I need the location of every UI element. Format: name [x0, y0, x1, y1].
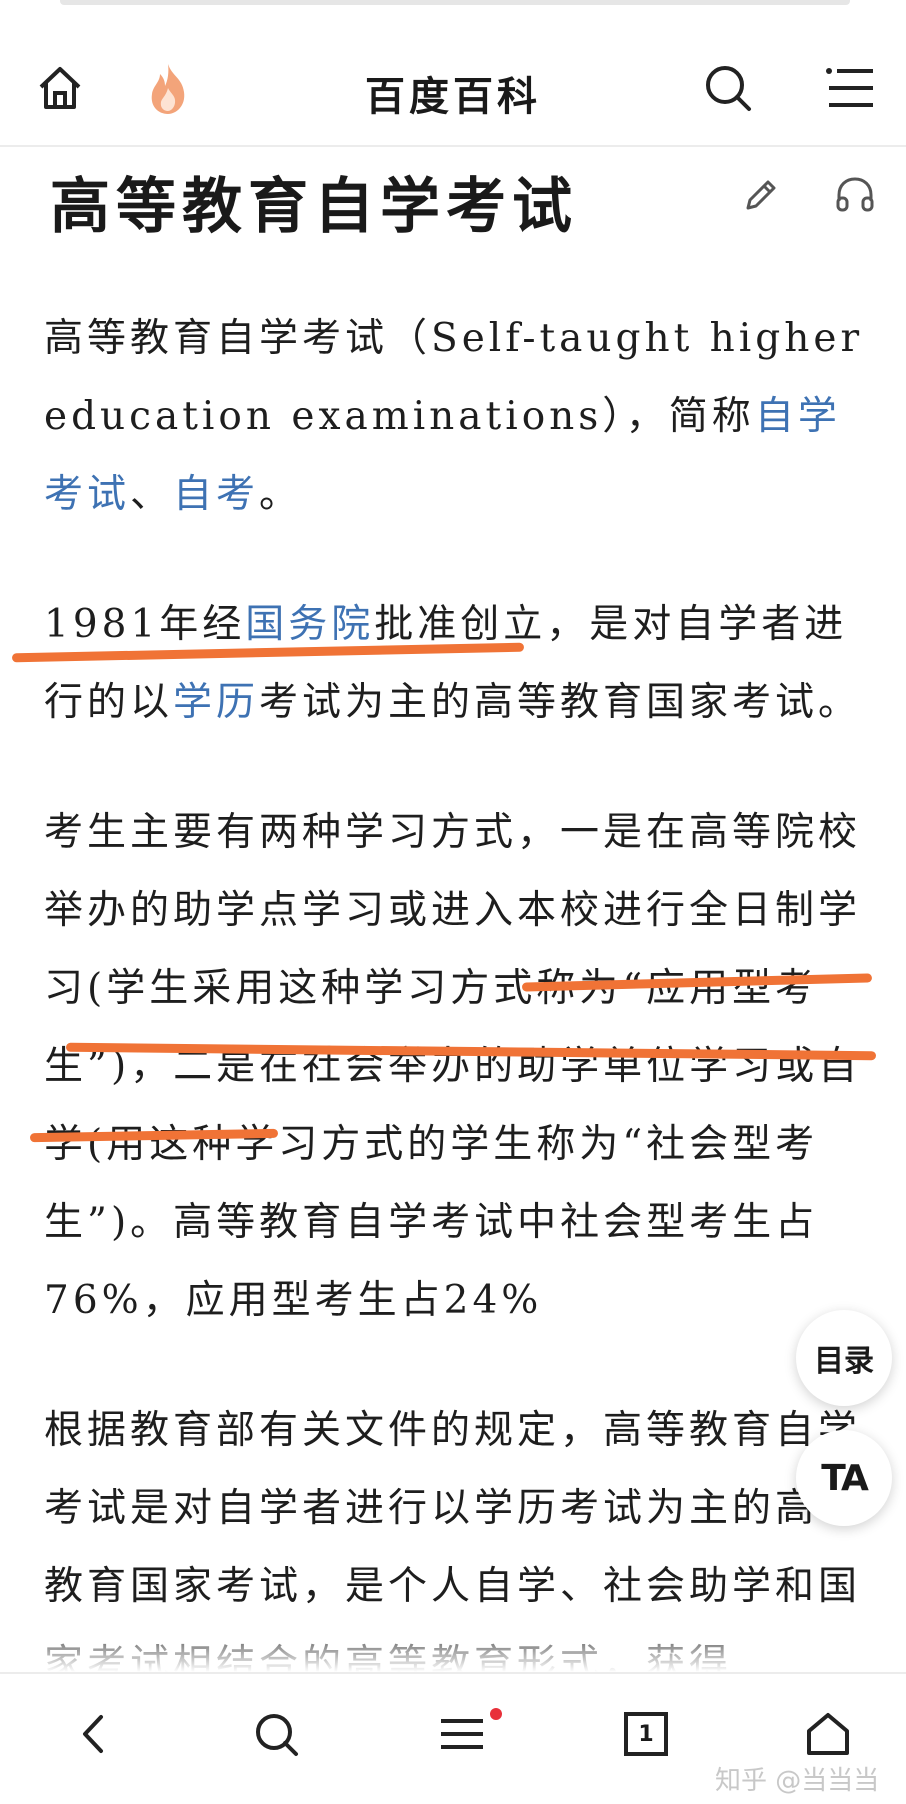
article-body: 高等教育自学考试（Self-taught higher education ex…	[44, 300, 874, 1756]
back-icon[interactable]	[64, 1704, 124, 1764]
page-title: 高等教育自学考试	[50, 172, 578, 242]
paragraph-intro: 高等教育自学考试（Self-taught higher education ex…	[44, 300, 874, 534]
paragraph-history: 1981年经国务院批准创立，是对自学者进行的以学历考试为主的高等教育国家考试。	[44, 586, 874, 742]
site-title: 百度百科	[365, 73, 541, 120]
search-icon[interactable]	[246, 1704, 306, 1764]
edit-pencil-icon[interactable]	[736, 170, 786, 220]
top-header: 百度百科	[0, 30, 906, 147]
link-zikao[interactable]: 自考	[173, 472, 259, 517]
history-text-end: 考试为主的高等教育国家考试。	[259, 680, 862, 725]
bottom-fade	[0, 1620, 906, 1672]
watermark: 知乎 @当当当	[715, 1766, 880, 1796]
menu-icon[interactable]	[432, 1704, 492, 1764]
top-edge	[60, 0, 850, 5]
intro-text: 高等教育自学考试（Self-taught higher education ex…	[44, 316, 864, 439]
intro-separator: 、	[130, 472, 174, 517]
link-xueli[interactable]: 学历	[173, 680, 259, 725]
tab-count: 1	[638, 1721, 654, 1747]
paragraph-study-modes: 考生主要有两种学习方式，一是在高等院校举办的助学点学习或进入本校进行全日制学习(…	[44, 810, 862, 1323]
history-text: 1981年经	[44, 602, 246, 647]
headphones-icon[interactable]	[830, 170, 880, 220]
tabs-icon[interactable]: 1	[616, 1704, 676, 1764]
home-icon[interactable]	[798, 1704, 858, 1764]
menu-icon[interactable]	[820, 58, 880, 118]
notification-dot	[490, 1708, 502, 1720]
font-size-button[interactable]: TA	[796, 1430, 892, 1526]
intro-end: 。	[259, 472, 303, 517]
search-icon[interactable]	[698, 58, 758, 118]
link-guowuyuan[interactable]: 国务院	[245, 602, 374, 647]
toc-button[interactable]: 目录	[796, 1310, 892, 1406]
